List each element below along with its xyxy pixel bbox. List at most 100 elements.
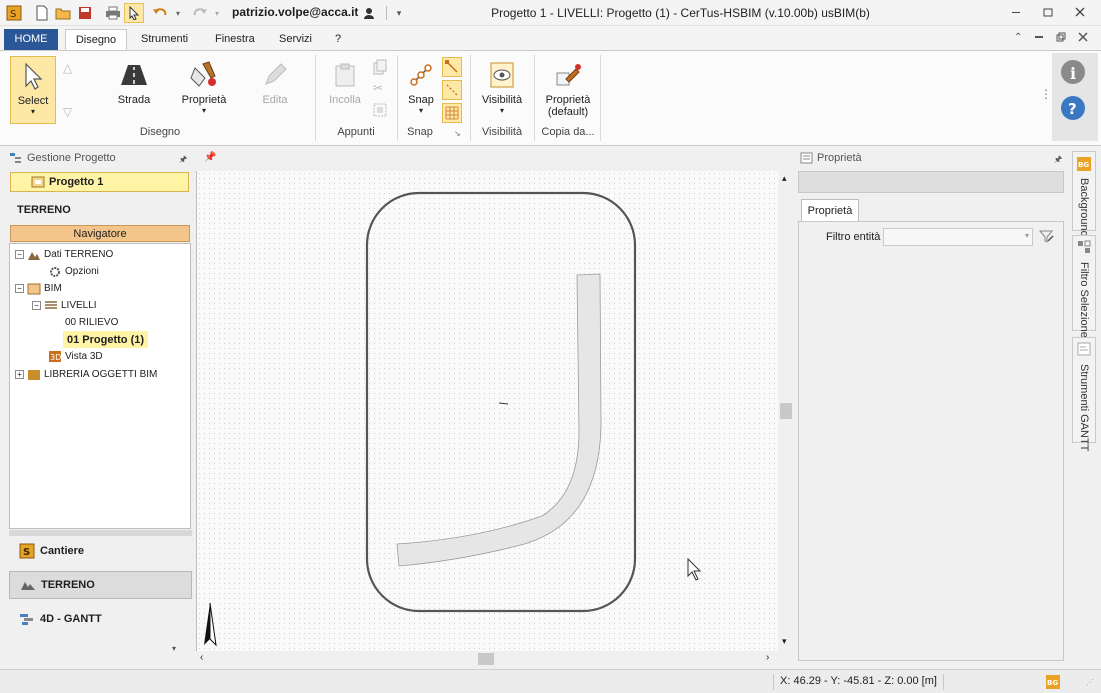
side-tab-filtro-selezione[interactable]: Filtro Selezione (1072, 235, 1096, 338)
scroll-up-icon[interactable]: △ (63, 61, 72, 75)
snap-dialog-launcher-icon[interactable]: ↘ (454, 129, 461, 138)
select-all-icon[interactable] (373, 103, 387, 120)
close-icon[interactable] (1066, 3, 1094, 21)
pin-icon[interactable]: 🖈 (179, 152, 187, 168)
snap-line-icon[interactable] (442, 80, 462, 100)
group-separator (315, 55, 316, 141)
project-tree-icon (10, 153, 21, 163)
restore-icon[interactable] (1034, 3, 1062, 21)
gantt-tools-icon (1077, 342, 1091, 356)
visibilita-label: Visibilità (481, 94, 523, 106)
side-tab-background[interactable]: BG Background (1072, 151, 1096, 237)
group-label-appunti: Appunti (337, 126, 375, 138)
help-icon[interactable]: ? (1060, 95, 1086, 124)
svg-text:?: ? (1068, 100, 1077, 118)
tab-disegno[interactable]: Disegno (65, 29, 127, 50)
horizontal-scrollbar[interactable]: ‹ › (196, 651, 778, 667)
pin-icon[interactable]: 🖈 (1054, 152, 1062, 168)
info-icon[interactable]: i (1060, 59, 1086, 88)
module-overflow-icon[interactable]: ▾ (172, 644, 176, 653)
panel-title: Proprietà (817, 152, 862, 164)
pointer-icon (22, 57, 44, 95)
mdi-restore-icon[interactable] (1056, 32, 1066, 45)
resize-grip-icon[interactable]: ⋰ (1086, 678, 1094, 687)
properties-header-bar (798, 171, 1064, 193)
snap-grid-icon[interactable] (442, 103, 462, 123)
cut-icon[interactable]: ✂ (373, 81, 383, 95)
tab-proprieta[interactable]: Proprietà (801, 199, 859, 221)
properties-panel: Proprietà 🖈 Proprietà Filtro entità ▾ (796, 147, 1070, 667)
navigator-tree: − Dati TERRENO Opzioni − BIM − LIVELLI 0… (9, 243, 191, 529)
select-button[interactable]: Select ▾ (10, 56, 56, 124)
vertical-scrollbar[interactable]: ▴ ▾ (778, 171, 794, 651)
tree-item-opzioni[interactable]: Opzioni (48, 263, 99, 280)
entity-filter-select[interactable]: ▾ (883, 228, 1033, 246)
minimize-icon[interactable] (1002, 3, 1030, 21)
road-path (396, 273, 602, 567)
north-arrow-icon (204, 602, 217, 647)
filter-label: Filtro entità (826, 231, 881, 243)
canvas-pin-icon[interactable]: 📌 (204, 152, 216, 163)
strada-button[interactable]: Strada (112, 56, 156, 124)
group-label-visibilita: Visibilità (481, 126, 523, 138)
ribbon-more-icon[interactable]: ⋮ (1040, 87, 1052, 101)
expand-icon: + (15, 370, 24, 379)
proprieta-button[interactable]: Proprietà ▾ (178, 56, 230, 124)
splitter[interactable] (9, 530, 192, 536)
proprieta-default-button[interactable]: Proprietà (default) (540, 56, 596, 124)
navigator-button[interactable]: Navigatore (10, 225, 190, 242)
group-separator (397, 55, 398, 141)
coordinates-readout: X: 46.29 - Y: -45.81 - Z: 0.00 [m] (773, 674, 944, 690)
scroll-down-icon[interactable]: ▽ (63, 105, 72, 119)
project-manager-panel: Gestione Progetto 🖈 Progetto 1 TERRENO N… (5, 147, 193, 667)
scroll-up-arrow-icon: ▴ (782, 173, 787, 183)
project-node[interactable]: Progetto 1 (10, 172, 189, 192)
incolla-button[interactable]: Incolla (325, 56, 365, 124)
snap-dropdown-icon: ▾ (418, 106, 423, 115)
tree-item-bim[interactable]: − BIM (15, 280, 62, 297)
background-toggle-icon[interactable]: BG (1045, 674, 1061, 693)
incolla-label: Incolla (329, 94, 361, 106)
tab-servizi[interactable]: Servizi (271, 29, 320, 50)
tree-item-livelli[interactable]: − LIVELLI (32, 297, 97, 314)
library-icon (28, 370, 40, 380)
mouse-cursor-icon (687, 557, 702, 581)
tree-item-libreria[interactable]: + LIBRERIA OGGETTI BIM (15, 366, 157, 383)
module-cantiere[interactable]: S Cantiere (9, 537, 192, 565)
tree-item-vista-3d[interactable]: 3D Vista 3D (48, 348, 103, 365)
terrain-data-icon (28, 252, 40, 260)
snap-button[interactable]: Snap ▾ (404, 56, 438, 124)
group-separator (470, 55, 471, 141)
scroll-thumb (780, 403, 792, 419)
tab-finestra[interactable]: Finestra (207, 29, 263, 50)
tab-home[interactable]: HOME (4, 29, 58, 50)
gantt-icon (20, 614, 33, 625)
properties-icon (800, 152, 813, 164)
edita-button[interactable]: Edita (255, 56, 295, 124)
tree-item-rilievo[interactable]: 00 RILIEVO (65, 314, 118, 331)
tab-strumenti[interactable]: Strumenti (133, 29, 196, 50)
tree-item-dati-terreno[interactable]: − Dati TERRENO (15, 246, 113, 263)
filter-edit-icon[interactable] (1038, 228, 1055, 247)
collapse-icon: − (15, 284, 24, 293)
scroll-thumb (478, 653, 494, 665)
drawing-canvas[interactable] (196, 171, 778, 651)
module-gantt[interactable]: 4D - GANTT (9, 605, 192, 633)
group-label-copia: Copia da... (541, 126, 595, 138)
ribbon-tabs: HOME Disegno Strumenti Finestra Servizi … (0, 26, 1101, 50)
group-separator (600, 55, 601, 141)
mdi-close-icon[interactable] (1078, 32, 1088, 45)
ribbon-collapse-icon[interactable]: ⌃ (1014, 32, 1022, 43)
module-terreno[interactable]: TERRENO (9, 571, 192, 599)
mdi-minimize-icon[interactable] (1034, 32, 1044, 43)
svg-text:i: i (1070, 64, 1076, 83)
tree-item-progetto-selected[interactable]: 01 Progetto (1) (63, 331, 149, 348)
drawing-svg[interactable] (197, 171, 779, 651)
copy-icon[interactable] (373, 59, 387, 78)
snap-endpoint-icon[interactable] (442, 57, 462, 77)
properties-body: Filtro entità ▾ (798, 221, 1064, 661)
cantiere-icon: S (19, 543, 35, 559)
visibilita-button[interactable]: Visibilità ▾ (477, 56, 527, 124)
side-tab-strumenti-gantt[interactable]: Strumenti GANTT (1072, 337, 1096, 451)
tab-help[interactable]: ? (327, 29, 349, 50)
